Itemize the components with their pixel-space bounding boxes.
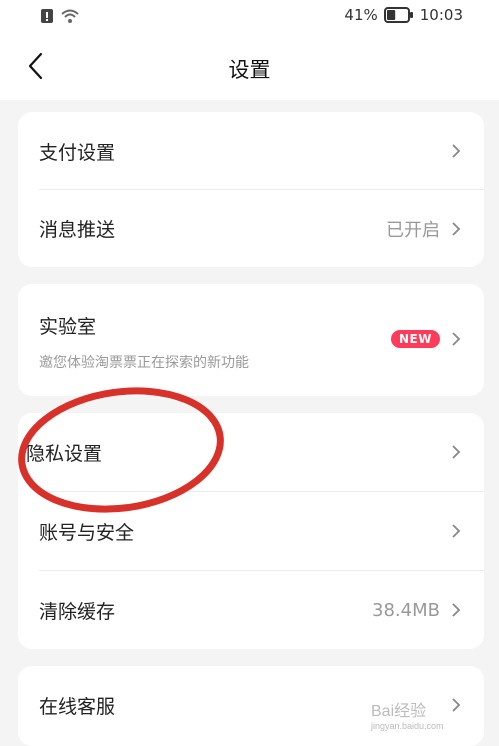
settings-group-3: 隐私设置 账号与安全 清除缓存 38.4MB <box>18 413 484 649</box>
row-label: 隐私设置 <box>26 442 103 465</box>
row-payment-settings[interactable]: 支付设置 <box>18 112 484 190</box>
row-label: 清除缓存 <box>39 600 116 623</box>
wifi-icon <box>61 9 79 23</box>
status-bar: 41% 10:03 <box>0 0 499 34</box>
nav-bar: 设置 <box>0 34 499 100</box>
settings-group-1: 支付设置 消息推送 已开启 <box>18 112 484 267</box>
battery-icon <box>383 7 413 23</box>
row-right <box>450 522 462 540</box>
status-right: 41% 10:03 <box>344 6 463 24</box>
row-right <box>450 142 462 160</box>
row-privacy-settings[interactable]: 隐私设置 <box>18 413 484 491</box>
battery-percent: 41% <box>344 6 378 24</box>
page-title: 设置 <box>228 58 271 82</box>
row-right <box>450 443 462 461</box>
row-right <box>450 696 462 714</box>
row-value: 已开启 <box>386 219 440 241</box>
notification-icon <box>41 9 53 23</box>
chevron-right-icon <box>452 144 461 158</box>
row-message-push[interactable]: 消息推送 已开启 <box>18 190 484 267</box>
row-online-service[interactable]: 在线客服 <box>18 666 484 744</box>
row-label: 消息推送 <box>39 219 116 241</box>
battery-fill <box>386 10 395 20</box>
row-subtitle: 邀您体验淘票票正在探索的新功能 <box>39 355 249 371</box>
row-lab[interactable]: 实验室 邀您体验淘票票正在探索的新功能 NEW <box>18 284 484 396</box>
chevron-right-icon <box>452 221 461 236</box>
chevron-right-icon <box>452 698 461 712</box>
clock: 10:03 <box>419 6 463 24</box>
chevron-right-icon <box>452 445 461 459</box>
row-right: NEW <box>391 330 462 348</box>
row-value: 38.4MB <box>372 599 440 621</box>
row-label: 支付设置 <box>39 141 116 164</box>
new-badge: NEW <box>391 330 440 348</box>
row-right: 已开启 <box>386 216 462 242</box>
row-right: 38.4MB <box>372 600 462 621</box>
row-account-security[interactable]: 账号与安全 <box>18 492 484 570</box>
chevron-right-icon <box>452 524 461 538</box>
row-clear-cache[interactable]: 清除缓存 38.4MB <box>18 571 484 649</box>
chevron-right-icon <box>452 603 461 617</box>
row-label: 在线客服 <box>39 695 116 718</box>
row-label: 账号与安全 <box>39 521 135 544</box>
chevron-right-icon <box>452 332 461 346</box>
row-label: 实验室 <box>39 316 97 338</box>
status-left <box>40 8 80 24</box>
settings-group-2: 实验室 邀您体验淘票票正在探索的新功能 NEW <box>18 284 484 396</box>
settings-group-4: 在线客服 <box>18 666 484 746</box>
